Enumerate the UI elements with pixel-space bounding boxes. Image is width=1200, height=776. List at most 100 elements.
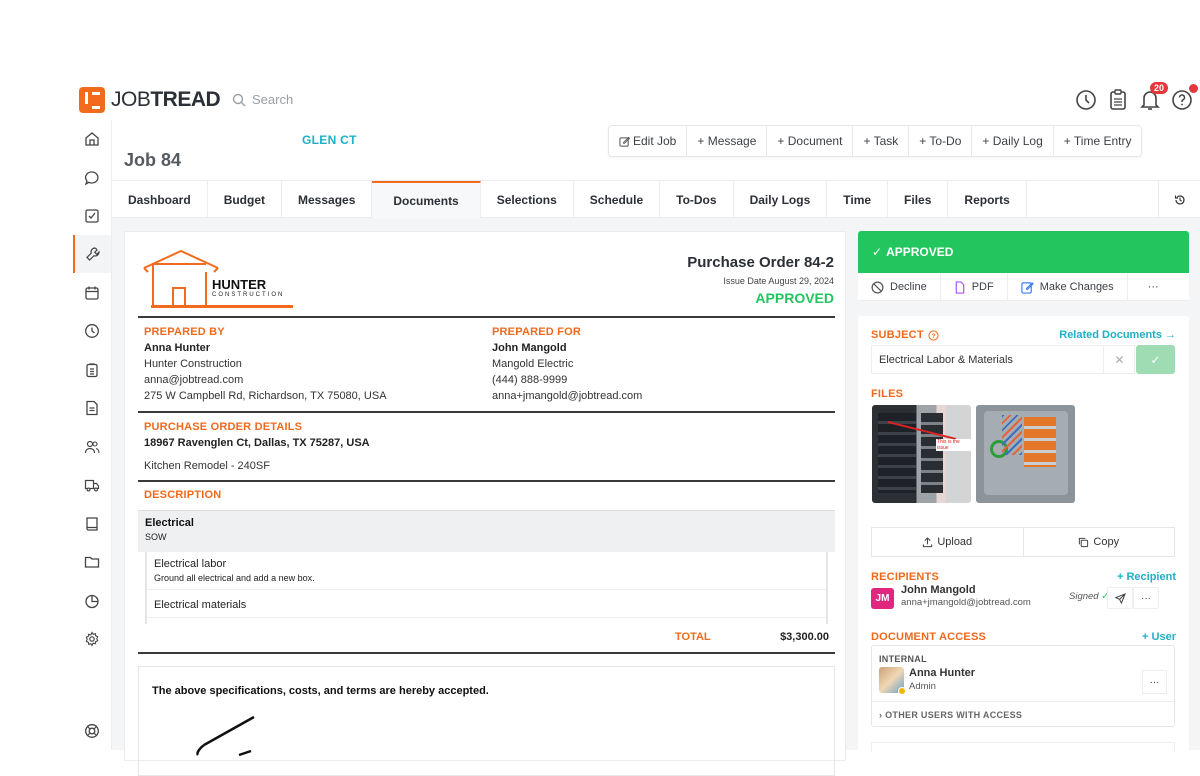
copy-button[interactable]: Copy xyxy=(1024,528,1175,556)
logo-mark-icon xyxy=(79,87,105,113)
send-button[interactable] xyxy=(1107,587,1133,609)
internal-user-role: Admin xyxy=(909,681,936,692)
sidebar-item-contacts[interactable] xyxy=(73,428,111,466)
history-button[interactable] xyxy=(1158,181,1200,218)
search-placeholder: Search xyxy=(252,92,294,107)
avatar xyxy=(879,667,906,695)
sidebar-item-documents[interactable] xyxy=(73,389,111,427)
acceptance-block: The above specifications, costs, and ter… xyxy=(138,666,835,776)
svg-text:?: ? xyxy=(931,332,935,339)
add-document-button[interactable]: + Document xyxy=(767,126,854,156)
sidebar-item-reports[interactable] xyxy=(73,582,111,620)
tab-selections[interactable]: Selections xyxy=(481,181,574,218)
tab-schedule[interactable]: Schedule xyxy=(574,181,661,218)
upload-icon xyxy=(923,536,933,547)
internal-user-name: Anna Hunter xyxy=(909,667,975,679)
help-alert-dot xyxy=(1189,84,1198,93)
approval-status-bar: ✓ APPROVED xyxy=(858,231,1189,273)
job-subtitle: GLEN CT xyxy=(302,133,357,147)
tab-reports[interactable]: Reports xyxy=(948,181,1027,218)
document-actions: Decline PDF Make Changes ··· xyxy=(858,273,1189,301)
line-items: Electrical labor Ground all electrical a… xyxy=(145,552,828,624)
checkbox-icon xyxy=(85,209,99,223)
thumbnail-caption: This is the issue xyxy=(936,439,971,451)
help-icon xyxy=(1172,90,1192,110)
add-todo-button[interactable]: + To-Do xyxy=(909,126,973,156)
sidebar-item-home[interactable] xyxy=(73,120,111,158)
internal-label: INTERNAL xyxy=(879,654,927,664)
time-clock-button[interactable] xyxy=(1074,88,1098,112)
more-actions-button[interactable]: ··· xyxy=(1128,273,1179,301)
search-input[interactable]: Search xyxy=(232,92,293,107)
logo-text: JOBTREAD xyxy=(111,88,221,111)
sidebar-item-schedule[interactable] xyxy=(73,274,111,312)
help-icon[interactable]: ? xyxy=(928,329,939,341)
upload-button[interactable]: Upload xyxy=(872,528,1024,556)
calendar-icon xyxy=(85,286,99,300)
issue-date: Issue Date August 29, 2024 xyxy=(723,276,834,286)
next-section-preview xyxy=(871,742,1175,752)
related-documents-link[interactable]: Related Documents → xyxy=(1059,329,1176,341)
copy-icon xyxy=(1079,537,1089,547)
tab-budget[interactable]: Budget xyxy=(208,181,283,218)
sidebar-item-catalog[interactable] xyxy=(73,505,111,543)
company-subname: CONSTRUCTION xyxy=(212,292,285,298)
document-details-card: SUBJECT ? Related Documents → Electrical… xyxy=(858,316,1189,776)
file-thumbnail[interactable] xyxy=(976,405,1075,503)
check-icon: ✓ xyxy=(1150,352,1161,367)
add-time-entry-button[interactable]: + Time Entry xyxy=(1054,126,1142,156)
main-content: GLEN CT Job 84 Edit Job + Message + Docu… xyxy=(112,120,1200,776)
decline-button[interactable]: Decline xyxy=(858,273,941,301)
tab-time[interactable]: Time xyxy=(827,181,889,218)
add-message-button[interactable]: + Message xyxy=(687,126,768,156)
sidebar-item-files[interactable] xyxy=(73,543,111,581)
sidebar-item-support[interactable] xyxy=(73,712,111,750)
recipient-email: anna+jmangold@jobtread.com xyxy=(901,597,1031,608)
pdf-button[interactable]: PDF xyxy=(941,273,1008,301)
sidebar-item-jobs[interactable] xyxy=(73,235,111,273)
tasks-button[interactable] xyxy=(1106,88,1130,112)
add-task-button[interactable]: + Task xyxy=(853,126,910,156)
edit-job-button[interactable]: Edit Job xyxy=(609,126,688,156)
save-subject-button[interactable]: ✓ xyxy=(1136,345,1175,374)
tab-todos[interactable]: To-Dos xyxy=(660,181,734,218)
sidebar xyxy=(73,120,112,750)
notifications-button[interactable]: 20 xyxy=(1138,82,1168,112)
add-daily-log-button[interactable]: + Daily Log xyxy=(972,126,1054,156)
sidebar-item-messages[interactable] xyxy=(73,159,111,197)
add-recipient-link[interactable]: + Recipient xyxy=(1117,571,1176,583)
jobtread-logo[interactable]: JOBTREAD xyxy=(79,87,221,113)
internal-user-more-button[interactable]: ··· xyxy=(1142,670,1167,694)
sidebar-item-time[interactable] xyxy=(73,312,111,350)
sidebar-item-settings[interactable] xyxy=(73,620,111,658)
search-icon xyxy=(232,93,246,106)
tab-daily-logs[interactable]: Daily Logs xyxy=(734,181,828,218)
make-changes-button[interactable]: Make Changes xyxy=(1008,273,1128,301)
job-title: Job 84 xyxy=(124,150,182,170)
sidebar-item-vendors[interactable] xyxy=(73,466,111,504)
tab-documents[interactable]: Documents xyxy=(372,181,481,218)
other-users-toggle[interactable]: › OTHER USERS WITH ACCESS xyxy=(872,701,1174,728)
notification-badge: 20 xyxy=(1149,82,1168,94)
clear-subject-button[interactable]: ✕ xyxy=(1103,345,1135,374)
divider xyxy=(138,316,835,318)
users-icon xyxy=(84,440,100,454)
document-access-label: DOCUMENT ACCESS xyxy=(871,631,987,643)
tab-files[interactable]: Files xyxy=(888,181,949,218)
help-button[interactable] xyxy=(1170,84,1198,112)
sidebar-item-todos[interactable] xyxy=(73,351,111,389)
internal-access-box: INTERNAL Anna Hunter Admin ··· › OTHER U… xyxy=(871,645,1175,727)
clock-icon xyxy=(1076,90,1096,110)
sidebar-item-tasks[interactable] xyxy=(73,197,111,235)
signed-status: Signed ✓ xyxy=(1069,591,1110,602)
truck-icon xyxy=(84,479,100,492)
prepared-for-block: PREPARED FOR John Mangold Mangold Electr… xyxy=(492,326,643,402)
subject-input[interactable]: Electrical Labor & Materials xyxy=(871,345,1135,374)
chevron-right-icon: › xyxy=(879,710,883,720)
add-user-link[interactable]: + User xyxy=(1142,631,1176,643)
tab-dashboard[interactable]: Dashboard xyxy=(112,181,208,218)
tab-messages[interactable]: Messages xyxy=(282,181,373,218)
file-thumbnail[interactable]: This is the issue xyxy=(872,405,971,503)
folder-icon xyxy=(84,556,100,568)
recipient-more-button[interactable]: ··· xyxy=(1133,587,1159,609)
